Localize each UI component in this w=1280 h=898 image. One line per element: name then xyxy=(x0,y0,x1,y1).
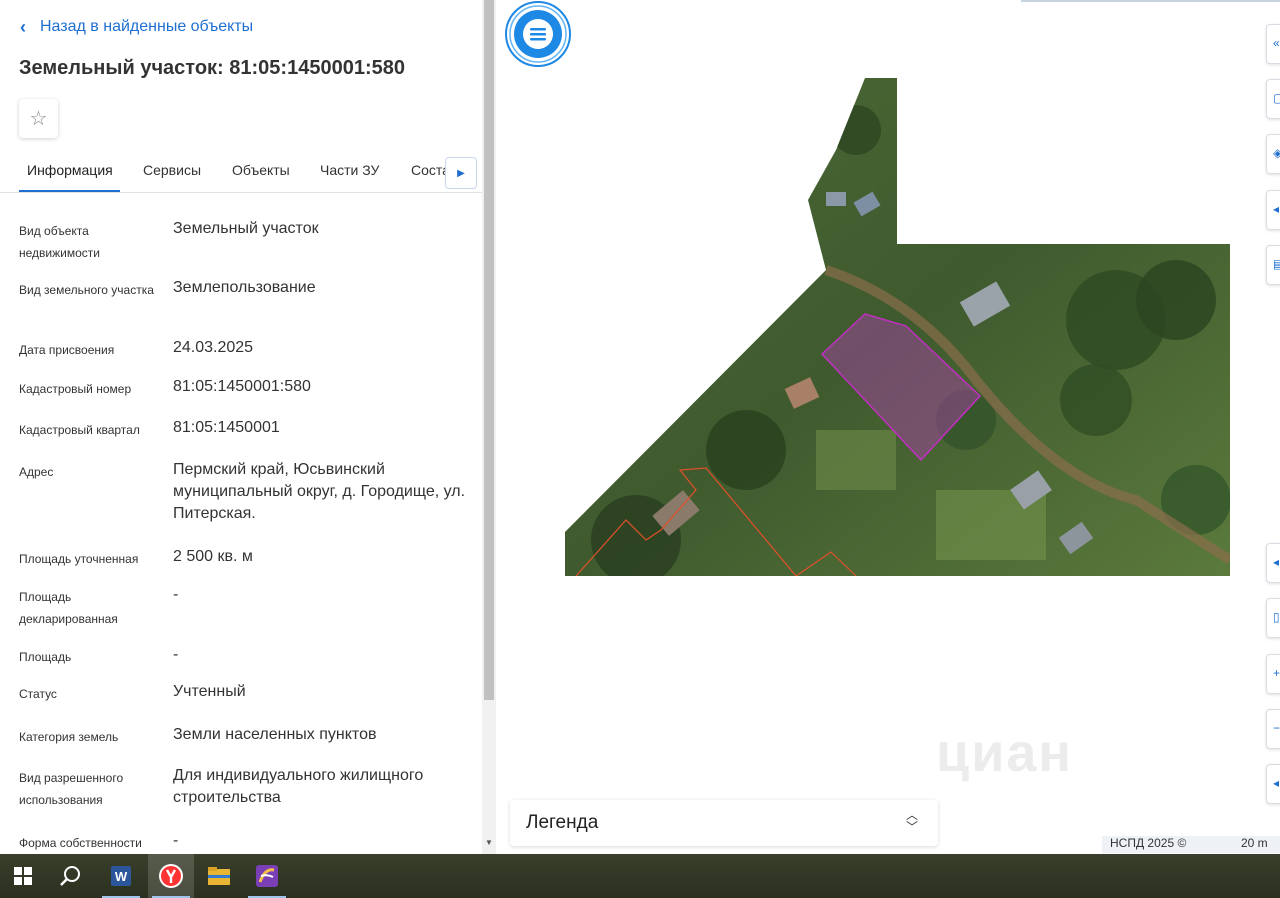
taskbar: W xyxy=(0,854,1280,898)
field-value: - xyxy=(173,832,179,849)
chevron-updown-icon: ︿ ﹀ xyxy=(905,808,918,834)
field-value: Земельный участок xyxy=(173,220,319,237)
caret-right-icon: ▶ xyxy=(457,167,465,179)
field-value: - xyxy=(173,586,179,603)
panel-scrollbar-thumb[interactable] xyxy=(484,0,494,700)
windows-start-icon xyxy=(14,867,32,885)
measure-icon: ◂ xyxy=(1273,202,1280,216)
location-icon: ◂ xyxy=(1273,555,1280,569)
tab-objects[interactable]: Объекты xyxy=(232,162,290,178)
svg-text:W: W xyxy=(115,869,128,884)
field-label: Вид разрешенного использования xyxy=(19,771,124,807)
field-value: Земли населенных пунктов xyxy=(173,726,377,743)
print-icon: ▤ xyxy=(1273,257,1280,271)
field-label: Вид объекта недвижимости xyxy=(19,224,100,260)
tab-bar: Информация Сервисы Объекты Части ЗУ Сост… xyxy=(0,150,482,193)
word-icon: W xyxy=(111,866,131,886)
field-label: Дата присвоения xyxy=(19,343,115,357)
field-label: Кадастровый номер xyxy=(19,382,132,396)
yandex-browser-icon xyxy=(159,864,183,888)
field-label: Площадь xyxy=(19,650,72,664)
layers-icon: ▢ xyxy=(1273,91,1280,105)
tab-services[interactable]: Сервисы xyxy=(143,162,201,178)
zoom-in-icon: + xyxy=(1273,666,1280,680)
map-control-button[interactable]: ▯ xyxy=(1266,598,1280,638)
field-label: Форма собственности xyxy=(19,836,142,850)
map-control-button[interactable]: ◂ xyxy=(1266,764,1280,804)
map-control-button[interactable]: ▤ xyxy=(1266,245,1280,285)
zoom-out-icon: − xyxy=(1273,721,1280,735)
tab-information[interactable]: Информация xyxy=(27,162,113,178)
legend-dropdown[interactable]: Легенда ︿ ﹀ xyxy=(510,800,938,846)
map-control-button[interactable]: ◂ xyxy=(1266,543,1280,583)
back-link[interactable]: ‹ Назад в найденные объекты xyxy=(20,18,253,36)
taskbar-word[interactable]: W xyxy=(98,854,144,898)
field-label: Категория земель xyxy=(19,730,119,744)
app-window: ‹ Назад в найденные объекты Земельный уч… xyxy=(0,0,1280,898)
field-value: Землепользование xyxy=(173,279,316,296)
active-tab-indicator xyxy=(19,190,120,192)
back-link-label: Назад в найденные объекты xyxy=(40,18,254,35)
favorite-button[interactable]: ☆ xyxy=(19,99,58,138)
field-value: Для индивидуального жилищного строительс… xyxy=(173,767,424,806)
field-value: 81:05:1450001:580 xyxy=(173,378,311,395)
taskbar-file-explorer[interactable] xyxy=(196,854,242,898)
star-icon: ☆ xyxy=(29,108,48,130)
file-explorer-icon xyxy=(208,867,230,885)
chevron-left-icon: ‹ xyxy=(20,17,26,37)
field-value: Учтенный xyxy=(173,683,246,700)
chat-button[interactable] xyxy=(496,0,580,68)
map-control-button[interactable]: − xyxy=(1266,709,1280,749)
field-value: Пермский край, Юсьвинский муниципальный … xyxy=(173,461,466,522)
taskbar-app[interactable] xyxy=(244,854,290,898)
field-value: 2 500 кв. м xyxy=(173,548,253,565)
field-label: Площадь уточненная xyxy=(19,552,139,566)
page-title: Земельный участок: 81:05:1450001:580 xyxy=(19,57,405,79)
fullscreen-icon: ▯ xyxy=(1273,610,1280,624)
cian-watermark: циан xyxy=(936,723,1074,783)
map-view[interactable]: « ▢ ◈ ◂ ▤ ◂ ▯ + − ◂ циан Легенда ︿ ﹀ НСПД… xyxy=(496,0,1280,854)
field-label: Статус xyxy=(19,687,57,701)
map-control-button[interactable]: « xyxy=(1266,24,1280,64)
field-value: 81:05:1450001 xyxy=(173,419,280,436)
map-control-button[interactable]: ◈ xyxy=(1266,134,1280,174)
field-label: Адрес xyxy=(19,465,54,479)
map-control-button[interactable]: ◂ xyxy=(1266,190,1280,230)
zoom-icon: « xyxy=(1273,36,1280,50)
tabs-scroll-right-button[interactable]: ▶ xyxy=(445,157,477,189)
start-button[interactable] xyxy=(0,854,46,898)
app-icon xyxy=(256,865,278,887)
taskbar-yandex-browser[interactable] xyxy=(148,854,194,898)
satellite-imagery xyxy=(565,78,1230,576)
select-icon: ◈ xyxy=(1273,146,1280,160)
search-icon xyxy=(60,866,80,886)
field-value: - xyxy=(173,646,179,663)
map-control-button[interactable]: + xyxy=(1266,654,1280,694)
field-label: Кадастровый квартал xyxy=(19,423,140,437)
field-label: Вид земельного участка xyxy=(19,283,154,297)
taskbar-search-button[interactable] xyxy=(48,854,94,898)
tab-parts[interactable]: Части ЗУ xyxy=(320,162,379,178)
home-icon: ◂ xyxy=(1273,776,1280,790)
scroll-down-arrow-icon[interactable]: ▼ xyxy=(484,838,494,850)
field-value: 24.03.2025 xyxy=(173,339,254,356)
map-control-button[interactable]: ▢ xyxy=(1266,79,1280,119)
field-label: Площадь декларированная xyxy=(19,590,118,626)
object-info-panel: ‹ Назад в найденные объекты Земельный уч… xyxy=(0,0,482,854)
legend-label: Легенда xyxy=(526,812,599,833)
map-scale-label: 20 m xyxy=(1241,836,1268,850)
